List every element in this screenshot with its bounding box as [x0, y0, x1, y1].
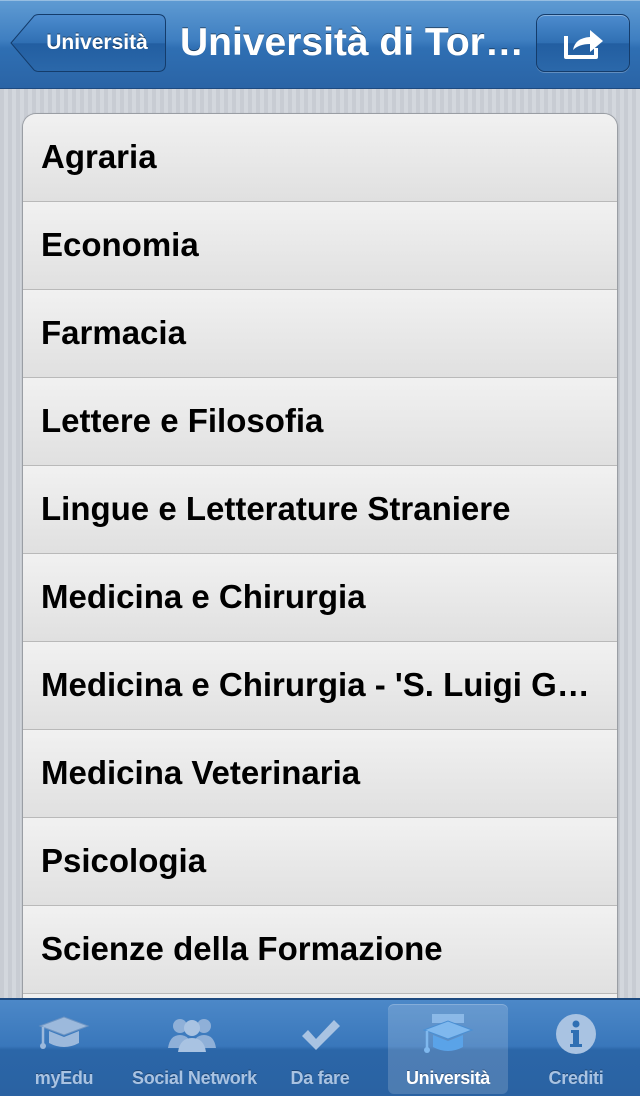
- tab-bar: myEdu Social Network Da fare Università …: [0, 998, 640, 1096]
- tab-crediti[interactable]: Crediti: [516, 1004, 636, 1094]
- university-cap-icon: [418, 1012, 478, 1062]
- faculty-row[interactable]: Farmacia: [23, 290, 617, 378]
- people-icon: [162, 1012, 222, 1062]
- faculty-row[interactable]: Economia: [23, 202, 617, 290]
- tab-label: Da fare: [290, 1068, 350, 1088]
- tab-social-network[interactable]: Social Network: [132, 1004, 257, 1094]
- info-icon: [546, 1012, 606, 1062]
- tab-da-fare[interactable]: Da fare: [260, 1004, 380, 1094]
- tab-label: Università: [405, 1068, 491, 1088]
- graduation-cap-icon: [34, 1012, 94, 1062]
- faculty-row[interactable]: Agraria: [23, 114, 617, 202]
- faculty-row[interactable]: Medicina Veterinaria: [23, 730, 617, 818]
- share-button[interactable]: [536, 14, 630, 72]
- share-icon: [564, 30, 603, 59]
- tab-label: myEdu: [34, 1068, 94, 1088]
- back-button-label: Università: [46, 31, 148, 54]
- tab-universita[interactable]: Università: [388, 1004, 508, 1094]
- faculty-row[interactable]: Medicina e Chirurgia - 'S. Luigi Gonzaga…: [23, 642, 617, 730]
- faculty-row[interactable]: Medicina e Chirurgia: [23, 554, 617, 642]
- faculty-list: Agraria Economia Farmacia Lettere e Filo…: [22, 113, 618, 1013]
- faculty-row[interactable]: Lingue e Letterature Straniere: [23, 466, 617, 554]
- back-button[interactable]: Università: [10, 14, 166, 72]
- checkmark-icon: [290, 1012, 350, 1062]
- faculty-row[interactable]: Psicologia: [23, 818, 617, 906]
- tab-myedu[interactable]: myEdu: [4, 1004, 124, 1094]
- tab-label: Social Network: [132, 1068, 257, 1088]
- page-title: Università di Torino: [180, 21, 525, 64]
- faculty-row[interactable]: Lettere e Filosofia: [23, 378, 617, 466]
- tab-label: Crediti: [548, 1068, 604, 1088]
- navigation-bar: Università Università di Torino: [0, 0, 640, 89]
- faculty-row[interactable]: Scienze della Formazione: [23, 906, 617, 994]
